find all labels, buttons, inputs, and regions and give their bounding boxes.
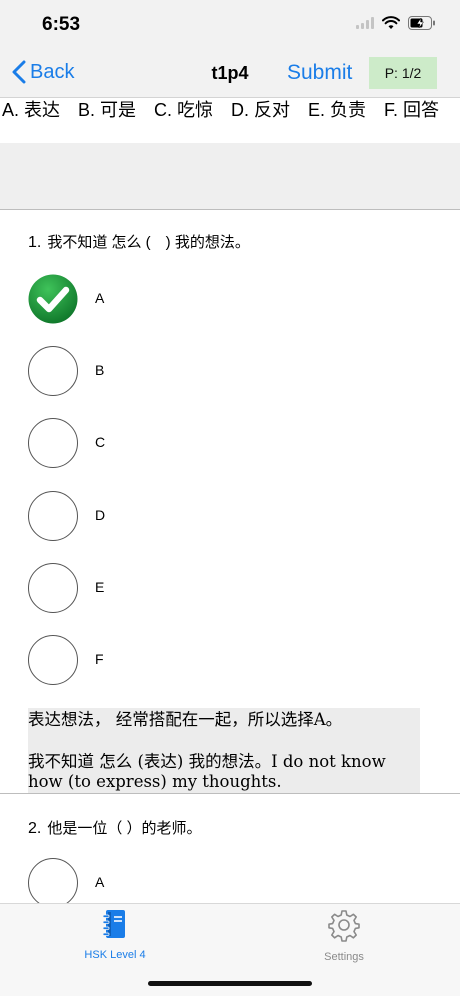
radio-circle[interactable] [28, 346, 78, 396]
option-label: A [95, 290, 105, 306]
home-indicator[interactable] [148, 981, 312, 986]
option-f[interactable]: F [28, 635, 328, 687]
radio-circle[interactable] [28, 418, 78, 468]
submit-button[interactable]: Submit [287, 61, 352, 85]
radio-circle[interactable] [28, 858, 78, 908]
option-c[interactable]: C [28, 418, 328, 470]
tab-hsk-level-4[interactable]: HSK Level 4 [55, 908, 175, 961]
radio-circle[interactable] [28, 491, 78, 541]
cellular-signal-icon [356, 17, 374, 29]
answer-explanation: 表达想法， 经常搭配在一起，所以选择A。 我不知道 怎么 (表达) 我的想法。I… [28, 708, 420, 794]
word-bank: A. 表达 B. 可是 C. 吃惊 D. 反对 E. 负责 F. 回答 [0, 98, 460, 210]
question-number: 1. [28, 234, 42, 251]
wifi-icon [382, 16, 400, 29]
option-label: C [95, 434, 106, 450]
option-label: A [95, 874, 105, 890]
back-button[interactable]: Back [12, 60, 74, 84]
battery-charging-icon [408, 16, 435, 30]
option-e[interactable]: E [28, 563, 328, 615]
option-label: B [95, 362, 105, 378]
back-label: Back [30, 60, 75, 83]
tab-label: HSK Level 4 [84, 949, 146, 961]
question-text: 他是一位（ ）的老师。 [47, 820, 202, 837]
status-bar: 6:53 [0, 0, 460, 50]
explanation-translation: 我不知道 怎么 (表达) 我的想法。I do not know how (to … [28, 752, 386, 791]
option-a[interactable]: A [28, 274, 328, 326]
option-label: D [95, 507, 106, 523]
question-divider [0, 793, 460, 794]
tab-label: Settings [324, 951, 364, 963]
tab-settings[interactable]: Settings [284, 908, 404, 963]
word-bank-text: A. 表达 B. 可是 C. 吃惊 D. 反对 E. 负责 F. 回答 [2, 100, 446, 120]
status-icons [356, 16, 436, 30]
question-number: 2. [28, 820, 42, 837]
option-label: E [95, 579, 105, 595]
question-prompt: 1. 我不知道 怎么 ( ) 我的想法。 [28, 231, 250, 252]
question-prompt: 2. 他是一位（ ）的老师。 [28, 817, 202, 838]
radio-circle[interactable] [28, 563, 78, 613]
option-d[interactable]: D [28, 491, 328, 543]
notebook-icon [102, 910, 125, 938]
page-indicator-badge: P: 1/2 [369, 57, 437, 89]
status-time: 6:53 [42, 14, 81, 35]
radio-circle[interactable] [28, 635, 78, 685]
explanation-chinese: 表达想法， 经常搭配在一起，所以选择A。 [28, 710, 343, 729]
chevron-left-icon [12, 60, 26, 84]
word-bank-background [0, 143, 460, 209]
option-b[interactable]: B [28, 346, 328, 398]
option-label: F [95, 651, 104, 667]
navigation-bar: Back t1p4 Submit P: 1/2 [0, 50, 460, 98]
question-text: 我不知道 怎么 ( ) 我的想法。 [47, 234, 250, 251]
gear-icon [328, 910, 360, 942]
checkmark-icon [28, 274, 78, 324]
